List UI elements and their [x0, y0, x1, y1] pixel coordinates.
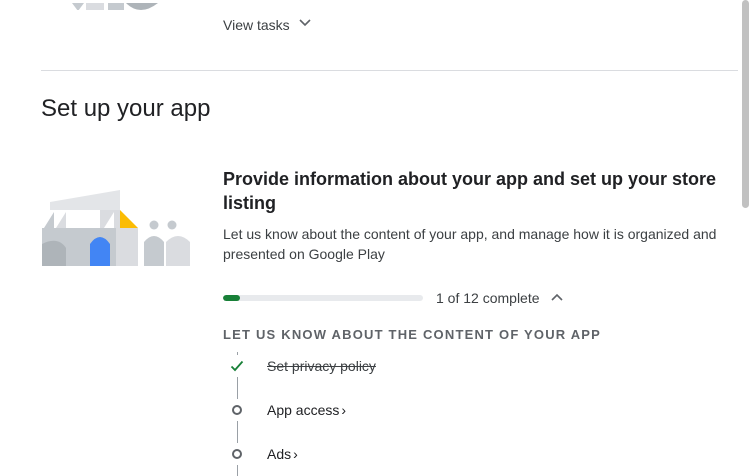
previous-card-illustration [40, 0, 200, 10]
progress-toggle[interactable]: 1 of 12 complete [436, 288, 564, 308]
task-link[interactable]: Ads › [267, 446, 298, 462]
progress-bar [223, 295, 423, 301]
task-link[interactable]: App access › [267, 402, 346, 418]
task-label: App access [267, 402, 340, 418]
task-label: Ads [267, 446, 292, 462]
progress-label: 1 of 12 complete [436, 290, 540, 306]
chevron-right-icon: › [293, 446, 298, 462]
progress-bar-fill [223, 295, 240, 301]
card-title: Provide information about your app and s… [223, 169, 717, 213]
chevron-up-icon [550, 290, 564, 307]
page-scrollbar[interactable] [742, 0, 749, 208]
task-set-privacy-policy: Set privacy policy [226, 355, 376, 377]
task-group-heading: LET US KNOW ABOUT THE CONTENT OF YOUR AP… [223, 327, 602, 342]
section-title: Set up your app [41, 95, 211, 122]
chevron-right-icon: › [341, 402, 347, 418]
circle-icon [226, 443, 248, 465]
checkmark-icon [226, 355, 248, 377]
circle-icon [226, 399, 248, 421]
chevron-down-icon [298, 16, 312, 35]
card-description: Let us know about the content of your ap… [223, 226, 717, 262]
view-tasks-label: View tasks [223, 17, 290, 33]
setup-illustration [42, 188, 194, 268]
task-label: Set privacy policy [267, 358, 376, 374]
section-divider [41, 70, 738, 71]
task-app-access[interactable]: App access › [226, 399, 346, 421]
task-ads[interactable]: Ads › [226, 443, 298, 465]
view-tasks-button[interactable]: View tasks [223, 14, 312, 36]
